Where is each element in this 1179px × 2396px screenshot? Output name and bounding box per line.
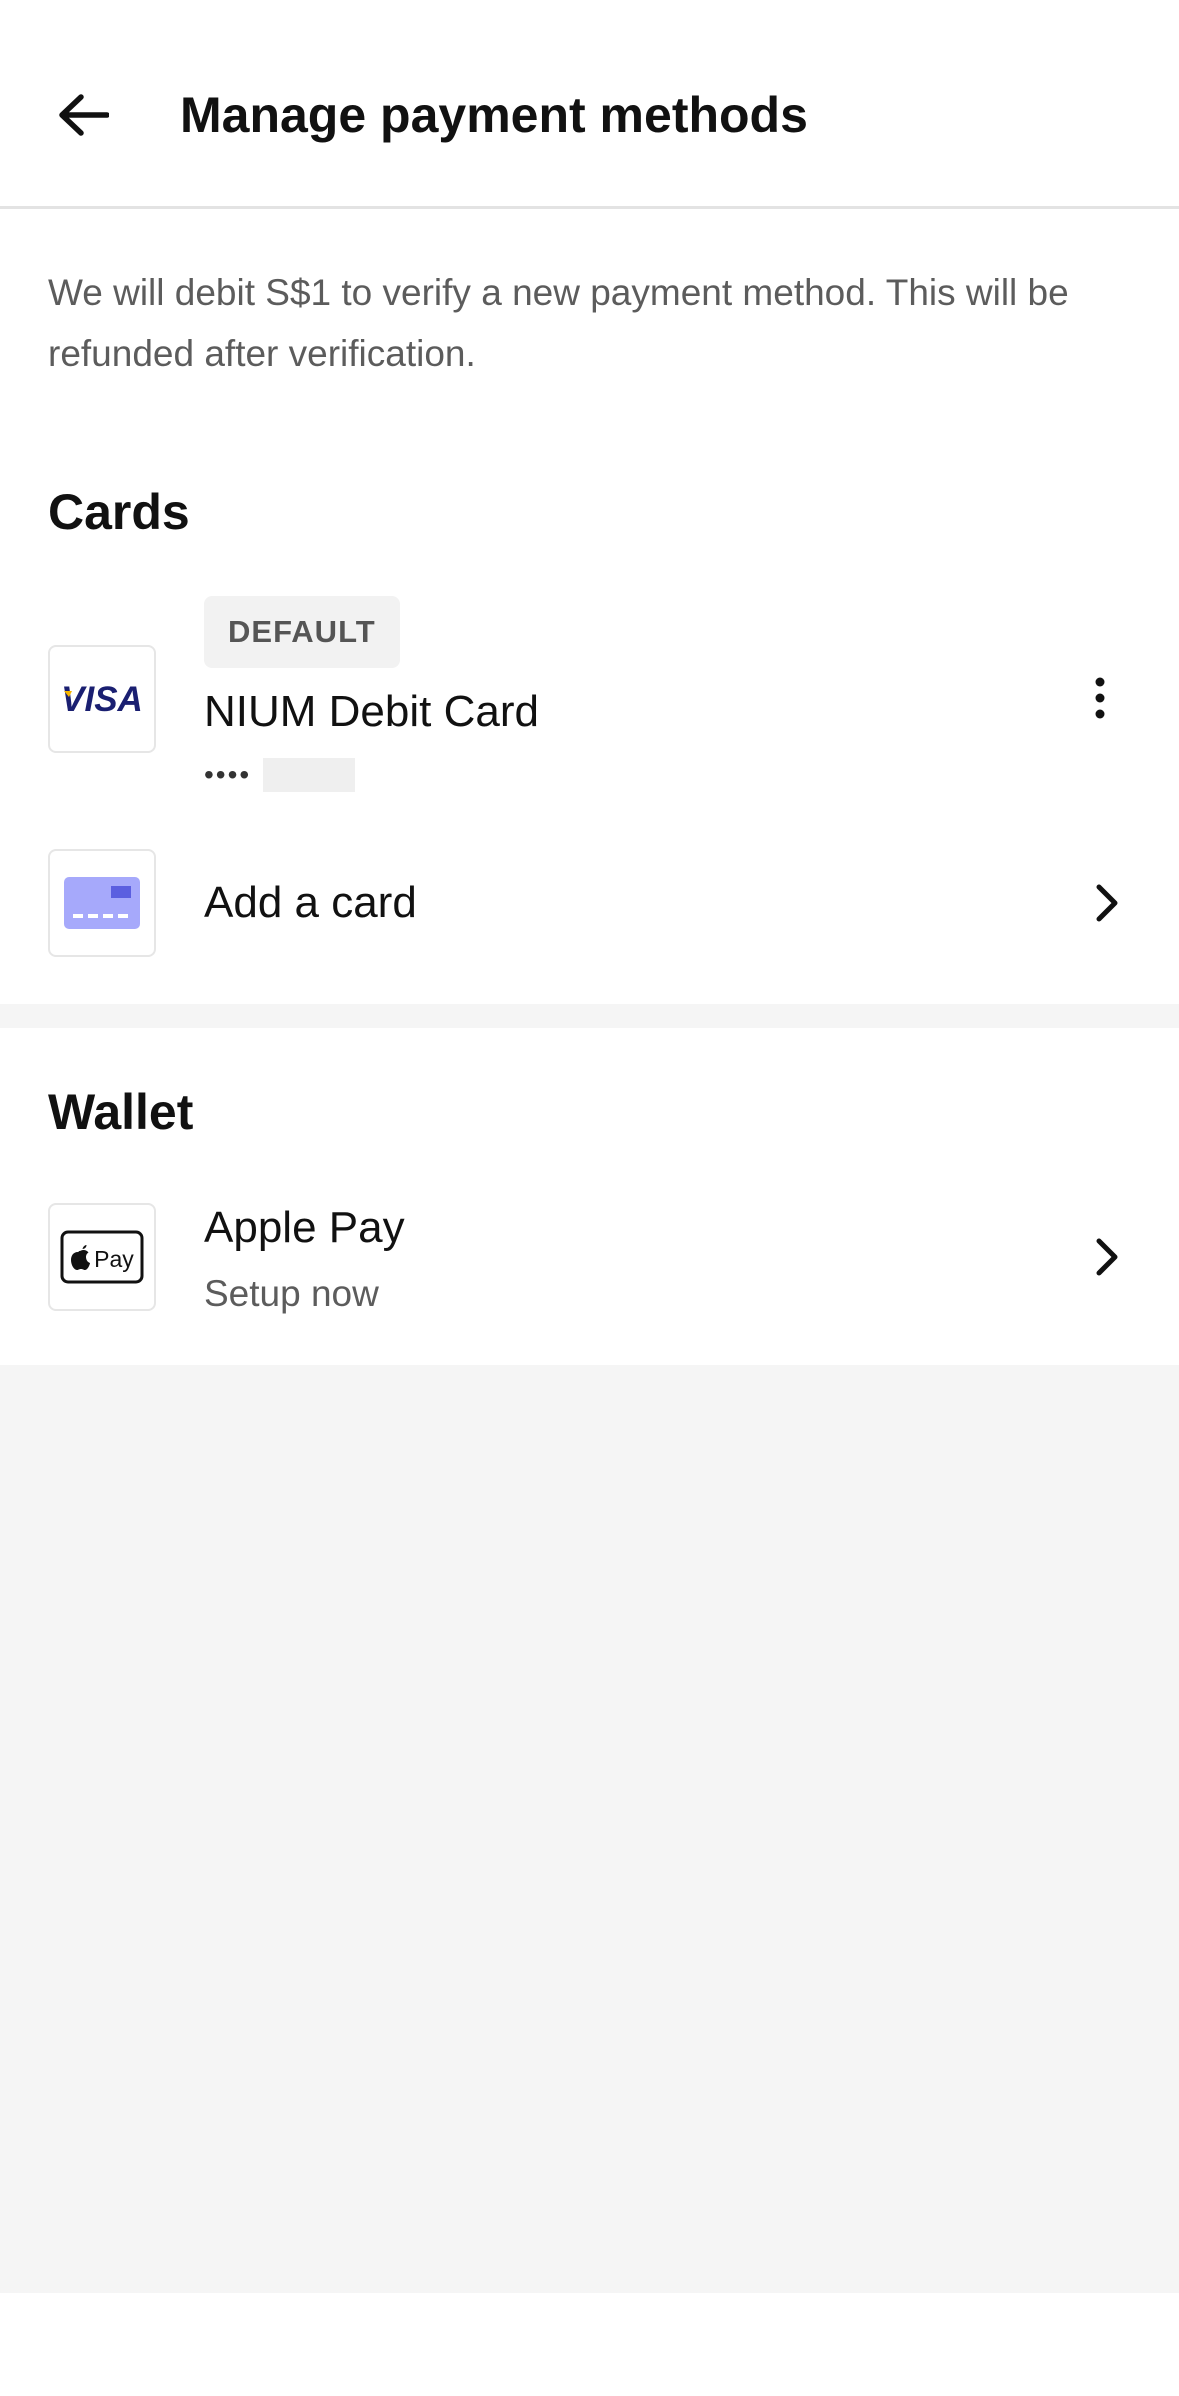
verification-notice: We will debit S$1 to verify a new paymen… (48, 272, 1069, 374)
apple-pay-icon: Pay (60, 1230, 144, 1284)
arrow-left-icon (59, 94, 109, 136)
wallet-section-title: Wallet (48, 1084, 194, 1140)
default-card-row[interactable] (0, 588, 1179, 802)
card-name: NIUM Debit Card (204, 687, 539, 736)
visa-logo: VISA (48, 645, 156, 753)
credit-card-icon (64, 877, 140, 929)
apple-pay-label: Apple Pay (204, 1203, 405, 1252)
mask-dots: •••• (204, 759, 252, 790)
default-badge: DEFAULT (204, 596, 400, 668)
apple-pay-logo: Pay (48, 1203, 156, 1311)
empty-background-area (0, 1365, 1179, 2293)
add-card-chevron (1082, 878, 1132, 928)
top-app-bar: Manage payment methods (0, 0, 1179, 209)
cards-section-title: Cards (48, 484, 190, 540)
svg-text:VISA: VISA (61, 681, 143, 717)
add-card-label: Add a card (204, 878, 417, 927)
visa-icon: VISA (61, 681, 143, 717)
chevron-right-icon (1096, 884, 1118, 922)
card-options-button[interactable] (1070, 668, 1130, 728)
page-title: Manage payment methods (180, 87, 808, 143)
add-card-row[interactable] (0, 830, 1179, 980)
redacted-digits (263, 758, 356, 792)
section-divider (0, 1004, 1179, 1028)
apple-pay-chevron (1082, 1232, 1132, 1282)
svg-text:Pay: Pay (94, 1246, 134, 1272)
apple-pay-row[interactable] (0, 1180, 1179, 1340)
more-vertical-icon (1095, 677, 1105, 719)
masked-card-number: •••• (204, 758, 356, 792)
add-card-icon-box (48, 849, 156, 957)
apple-pay-sublabel: Setup now (204, 1273, 379, 1314)
back-button[interactable] (38, 70, 128, 160)
chevron-right-icon (1096, 1238, 1118, 1276)
